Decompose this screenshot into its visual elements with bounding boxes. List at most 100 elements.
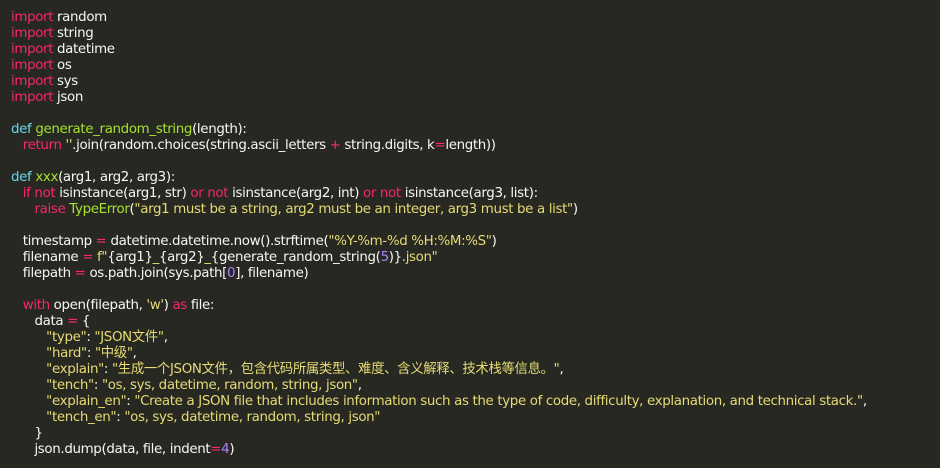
code-token: datetime [53,42,115,57]
code-line[interactable]: timestamp = datetime.datetime.now().strf… [11,234,940,250]
code-token: f" [97,250,108,265]
code-line[interactable]: import string [11,26,940,42]
code-line[interactable] [11,282,940,298]
code-token: )} [388,250,402,265]
code-token: open(filepath, [49,298,147,313]
code-token: def [11,122,32,137]
code-token: "Create a JSON file that includes inform… [134,394,863,409]
code-token: string [53,26,94,41]
code-token: json.dump(data, file, indent [11,442,211,457]
code-line[interactable]: return ''.join(random.choices(string.asc… [11,138,940,154]
code-token: } [11,426,43,441]
code-token: "tench_en" [46,410,117,425]
code-line[interactable]: def generate_random_string(length): [11,122,940,138]
code-token: , [132,346,137,361]
code-token: raise [34,202,66,217]
code-token: not [207,186,229,201]
code-token: def [11,170,32,185]
code-token: timestamp [11,234,96,249]
code-line[interactable] [11,106,940,122]
code-token: json [53,90,84,105]
code-token: , [357,378,362,393]
code-line[interactable]: json.dump(data, file, indent=4) [11,442,940,458]
code-line[interactable]: data = { [11,314,940,330]
code-token: not [34,186,56,201]
code-line[interactable]: "explain": "生成一个JSON文件，包含代码所属类型、难度、含义解释、… [11,362,940,378]
code-token: "explain_en" [46,394,127,409]
code-token: isinstance(arg3, list): [400,186,538,201]
code-line[interactable]: def xxx(arg1, arg2, arg3): [11,170,940,186]
code-token: : [86,346,95,361]
code-token: "JSON文件" [94,330,164,345]
code-token: sys [53,74,78,89]
code-line[interactable]: if not isinstance(arg1, str) or not isin… [11,186,940,202]
code-line[interactable]: import os [11,58,940,74]
code-token: as [172,298,187,313]
code-line[interactable]: import datetime [11,42,940,58]
code-editor[interactable]: import random import string import datetim… [0,0,940,468]
code-token: {arg1} [107,250,153,265]
code-token: : [103,362,112,377]
code-token: "arg1 must be a string, arg2 must be an … [134,202,573,217]
code-line[interactable]: import random [11,10,940,26]
code-token: "%Y-%m-%d %H:%M:%S" [328,234,492,249]
code-line[interactable] [11,218,940,234]
code-token: {arg2} [158,250,205,265]
code-token: import [11,10,54,25]
code-token: or [363,186,376,201]
code-token: import [11,42,54,57]
code-line[interactable]: import sys [11,74,940,90]
code-line[interactable]: "tench": "os, sys, datetime, random, str… [11,378,940,394]
code-token: { [77,314,91,329]
code-token: , [559,362,564,377]
code-line[interactable]: "tench_en": "os, sys, datetime, random, … [11,410,940,426]
code-token: os [53,58,72,73]
code-line[interactable]: "type": "JSON文件", [11,330,940,346]
code-token: 'w' [146,298,164,313]
code-token: random [53,10,107,25]
code-token: "生成一个JSON文件，包含代码所属类型、难度、含义解释、技术栈等信息。" [111,362,560,377]
code-line[interactable]: "hard": "中级", [11,346,940,362]
code-token: "type" [46,330,87,345]
code-line[interactable]: filename = f"{arg1}_{arg2}_{generate_ran… [11,250,940,266]
code-token: , [862,394,867,409]
code-token: data [11,314,68,329]
code-token: import [11,74,54,89]
code-line[interactable]: with open(filepath, 'w') as file: [11,298,940,314]
code-token: with [22,298,50,313]
code-token: length)) [445,138,496,153]
code-line[interactable]: filepath = os.path.join(sys.path[0], fil… [11,266,940,282]
code-token: = [95,234,107,249]
code-token: datetime.datetime.now().strftime( [106,234,329,249]
code-token: "tench" [46,378,94,393]
code-token: ) [572,202,578,217]
code-line[interactable]: raise TypeError("arg1 must be a string, … [11,202,940,218]
code-token: (arg1, arg2, arg3): [58,170,175,185]
code-token: ) [229,442,235,457]
code-token: file: [186,298,215,313]
code-token: string.digits, k [340,138,435,153]
code-token: = [82,250,94,265]
code-token: "explain" [46,362,104,377]
code-line[interactable]: } [11,426,940,442]
code-token: = [74,266,86,281]
code-token: import [11,58,54,73]
code-token: or [190,186,204,201]
code-token: (length): [192,122,247,137]
code-token: 5 [380,250,390,265]
code-line[interactable]: import json [11,90,940,106]
code-line[interactable] [11,154,940,170]
code-token: TypeError [69,202,130,217]
code-token: isinstance(arg1, str) [55,186,191,201]
code-line[interactable]: "explain_en": "Create a JSON file that i… [11,394,940,410]
code-token: 0 [227,266,236,281]
code-token: ], filename) [235,266,309,281]
code-token: import [11,90,54,105]
code-token: "os, sys, datetime, random, string, json… [101,378,358,393]
